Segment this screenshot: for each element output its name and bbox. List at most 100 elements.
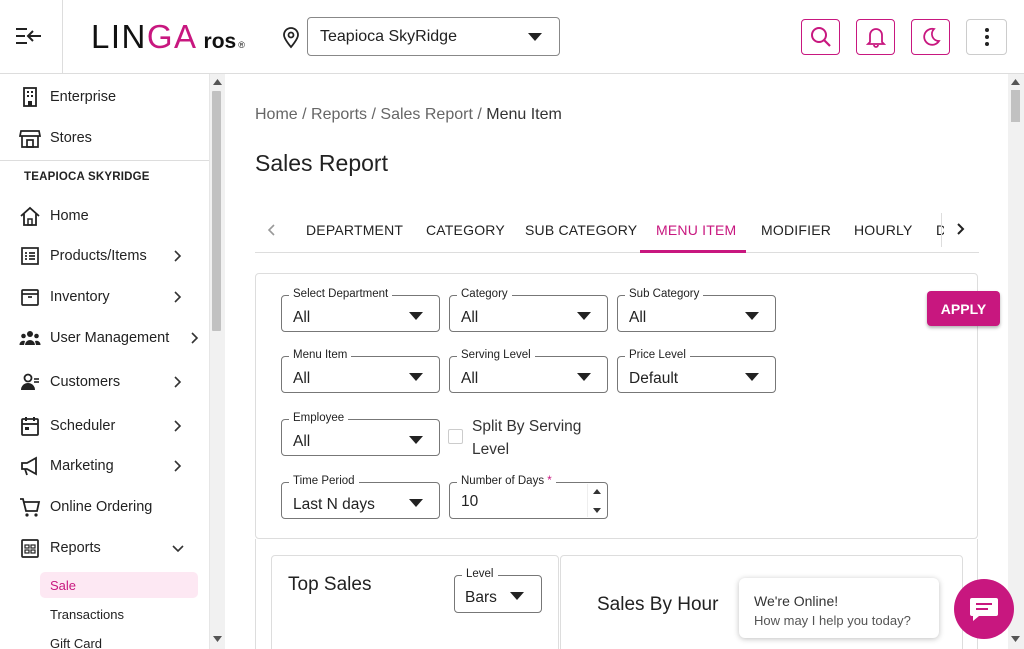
- number-of-days-input[interactable]: Number of Days * 10: [449, 475, 608, 519]
- sidebar-item-user-management[interactable]: User Management: [0, 320, 209, 356]
- category-select-value: All: [461, 309, 479, 326]
- dark-mode-button[interactable]: [911, 19, 950, 55]
- dropdown-caret-icon: [409, 373, 423, 381]
- chevron-down-icon: [172, 545, 184, 553]
- dropdown-caret-icon: [577, 373, 591, 381]
- tab-department[interactable]: DEPARTMENT: [306, 207, 403, 253]
- dropdown-caret-icon: [745, 312, 759, 320]
- sidebar-item-label: Home: [50, 208, 89, 224]
- customers-icon: [21, 373, 39, 390]
- tab-sub-category[interactable]: SUB CATEGORY: [525, 207, 637, 253]
- sidebar-item-products[interactable]: Products/Items: [0, 238, 209, 274]
- reports-icon: [21, 539, 39, 558]
- sidebar-scrollbar-thumb[interactable]: [212, 91, 221, 331]
- tab-category[interactable]: CATEGORY: [426, 207, 505, 253]
- department-select[interactable]: Select Department All: [281, 288, 440, 332]
- stepper-down-icon[interactable]: [593, 508, 601, 513]
- tab-truncated[interactable]: D: [936, 207, 944, 253]
- tab-menu-item[interactable]: MENU ITEM: [656, 207, 736, 253]
- apply-button[interactable]: APPLY: [927, 291, 1000, 326]
- sidebar-item-label: Inventory: [50, 289, 110, 305]
- tab-modifier[interactable]: MODIFIER: [761, 207, 831, 253]
- employee-select-label: Employee: [289, 412, 349, 424]
- tabs-scroll-left-icon[interactable]: [267, 223, 277, 237]
- scroll-down-arrow-icon[interactable]: [213, 636, 222, 642]
- sidebar-item-marketing[interactable]: Marketing: [0, 448, 209, 484]
- sidebar-item-label: Products/Items: [50, 248, 147, 264]
- scroll-up-arrow-icon[interactable]: [213, 79, 222, 85]
- category-select-label: Category: [457, 288, 512, 300]
- logo-text: LIN: [91, 18, 147, 55]
- filter-panel: Select Department All Category All Sub C…: [255, 273, 1000, 539]
- main-scrollbar[interactable]: [1008, 74, 1024, 649]
- sidebar-item-home[interactable]: Home: [0, 198, 209, 234]
- menu-item-select[interactable]: Menu Item All: [281, 349, 440, 393]
- tab-hourly[interactable]: HOURLY: [854, 207, 913, 253]
- search-button[interactable]: [801, 19, 840, 55]
- notifications-button[interactable]: [856, 19, 895, 55]
- sidebar-item-label: User Management: [50, 330, 170, 346]
- top-sales-title: Top Sales: [288, 574, 372, 595]
- more-options-button[interactable]: [966, 19, 1007, 55]
- collapse-menu-icon[interactable]: [14, 26, 44, 46]
- breadcrumb-sales-report[interactable]: Sales Report: [380, 106, 473, 124]
- sidebar-item-online-ordering[interactable]: Online Ordering: [0, 489, 209, 525]
- number-stepper[interactable]: [587, 484, 606, 517]
- tabs-scroll-right-icon[interactable]: [955, 222, 965, 236]
- cart-icon: [20, 498, 41, 517]
- employee-select-value: All: [293, 433, 311, 450]
- split-by-serving-level-checkbox[interactable]: [448, 429, 463, 444]
- store-icon: [19, 130, 41, 148]
- sidebar-item-enterprise[interactable]: Enterprise: [0, 79, 209, 115]
- level-select-value: Bars: [465, 589, 497, 606]
- number-of-days-label-text: Number of Days: [461, 475, 545, 487]
- chat-greeting-subtitle: How may I help you today?: [754, 613, 911, 628]
- menu-item-select-value: All: [293, 370, 311, 387]
- moon-icon: [922, 27, 941, 46]
- dropdown-caret-icon: [409, 499, 423, 507]
- split-by-serving-level-label[interactable]: Split By Serving Level: [472, 415, 602, 461]
- main-scrollbar-thumb[interactable]: [1011, 90, 1020, 122]
- dropdown-caret-icon: [409, 436, 423, 444]
- dropdown-caret-icon: [745, 373, 759, 381]
- sub-category-select-value: All: [629, 309, 647, 326]
- breadcrumb-separator: /: [472, 106, 487, 123]
- time-period-select-value: Last N days: [293, 496, 375, 513]
- time-period-select[interactable]: Time Period Last N days: [281, 475, 440, 519]
- sidebar-subitem-gift-card[interactable]: Gift Card: [40, 630, 102, 649]
- sidebar-item-inventory[interactable]: Inventory: [0, 279, 209, 315]
- location-pin-icon: [283, 27, 299, 49]
- active-tab-indicator: [640, 250, 746, 253]
- sidebar-divider: [0, 160, 209, 161]
- stepper-up-icon[interactable]: [593, 489, 601, 494]
- sidebar-subitem-sale[interactable]: Sale: [40, 572, 198, 598]
- chat-greeting-bubble[interactable]: We're Online! How may I help you today?: [739, 578, 939, 638]
- scroll-up-arrow-icon[interactable]: [1011, 79, 1020, 85]
- scroll-down-arrow-icon[interactable]: [1011, 636, 1020, 642]
- page-title: Sales Report: [255, 150, 388, 176]
- users-icon: [19, 331, 41, 345]
- department-select-label: Select Department: [289, 288, 393, 300]
- employee-select[interactable]: Employee All: [281, 412, 440, 456]
- category-select[interactable]: Category All: [449, 288, 608, 332]
- serving-level-select[interactable]: Serving Level All: [449, 349, 608, 393]
- sales-by-hour-title: Sales By Hour: [597, 594, 719, 615]
- level-select[interactable]: Level Bars: [454, 568, 542, 613]
- price-level-select-label: Price Level: [625, 349, 690, 361]
- sidebar-item-label: Customers: [50, 374, 121, 390]
- sidebar-item-label: Marketing: [50, 458, 114, 474]
- chat-launcher-button[interactable]: [954, 579, 1014, 639]
- breadcrumb-home[interactable]: Home: [255, 106, 298, 124]
- sidebar-subitem-transactions[interactable]: Transactions: [40, 601, 124, 627]
- chevron-right-icon: [174, 250, 182, 262]
- sidebar-item-customers[interactable]: Customers: [0, 364, 209, 400]
- sidebar-item-stores[interactable]: Stores: [0, 120, 209, 156]
- sidebar-item-reports[interactable]: Reports: [0, 530, 209, 566]
- sub-category-select[interactable]: Sub Category All: [617, 288, 776, 332]
- breadcrumb-reports[interactable]: Reports: [311, 106, 367, 124]
- sidebar-item-scheduler[interactable]: Scheduler: [0, 408, 209, 444]
- price-level-select-value: Default: [629, 370, 679, 387]
- store-selector[interactable]: Teapioca SkyRidge: [307, 17, 560, 56]
- price-level-select[interactable]: Price Level Default: [617, 349, 776, 393]
- chevron-right-icon: [174, 420, 182, 432]
